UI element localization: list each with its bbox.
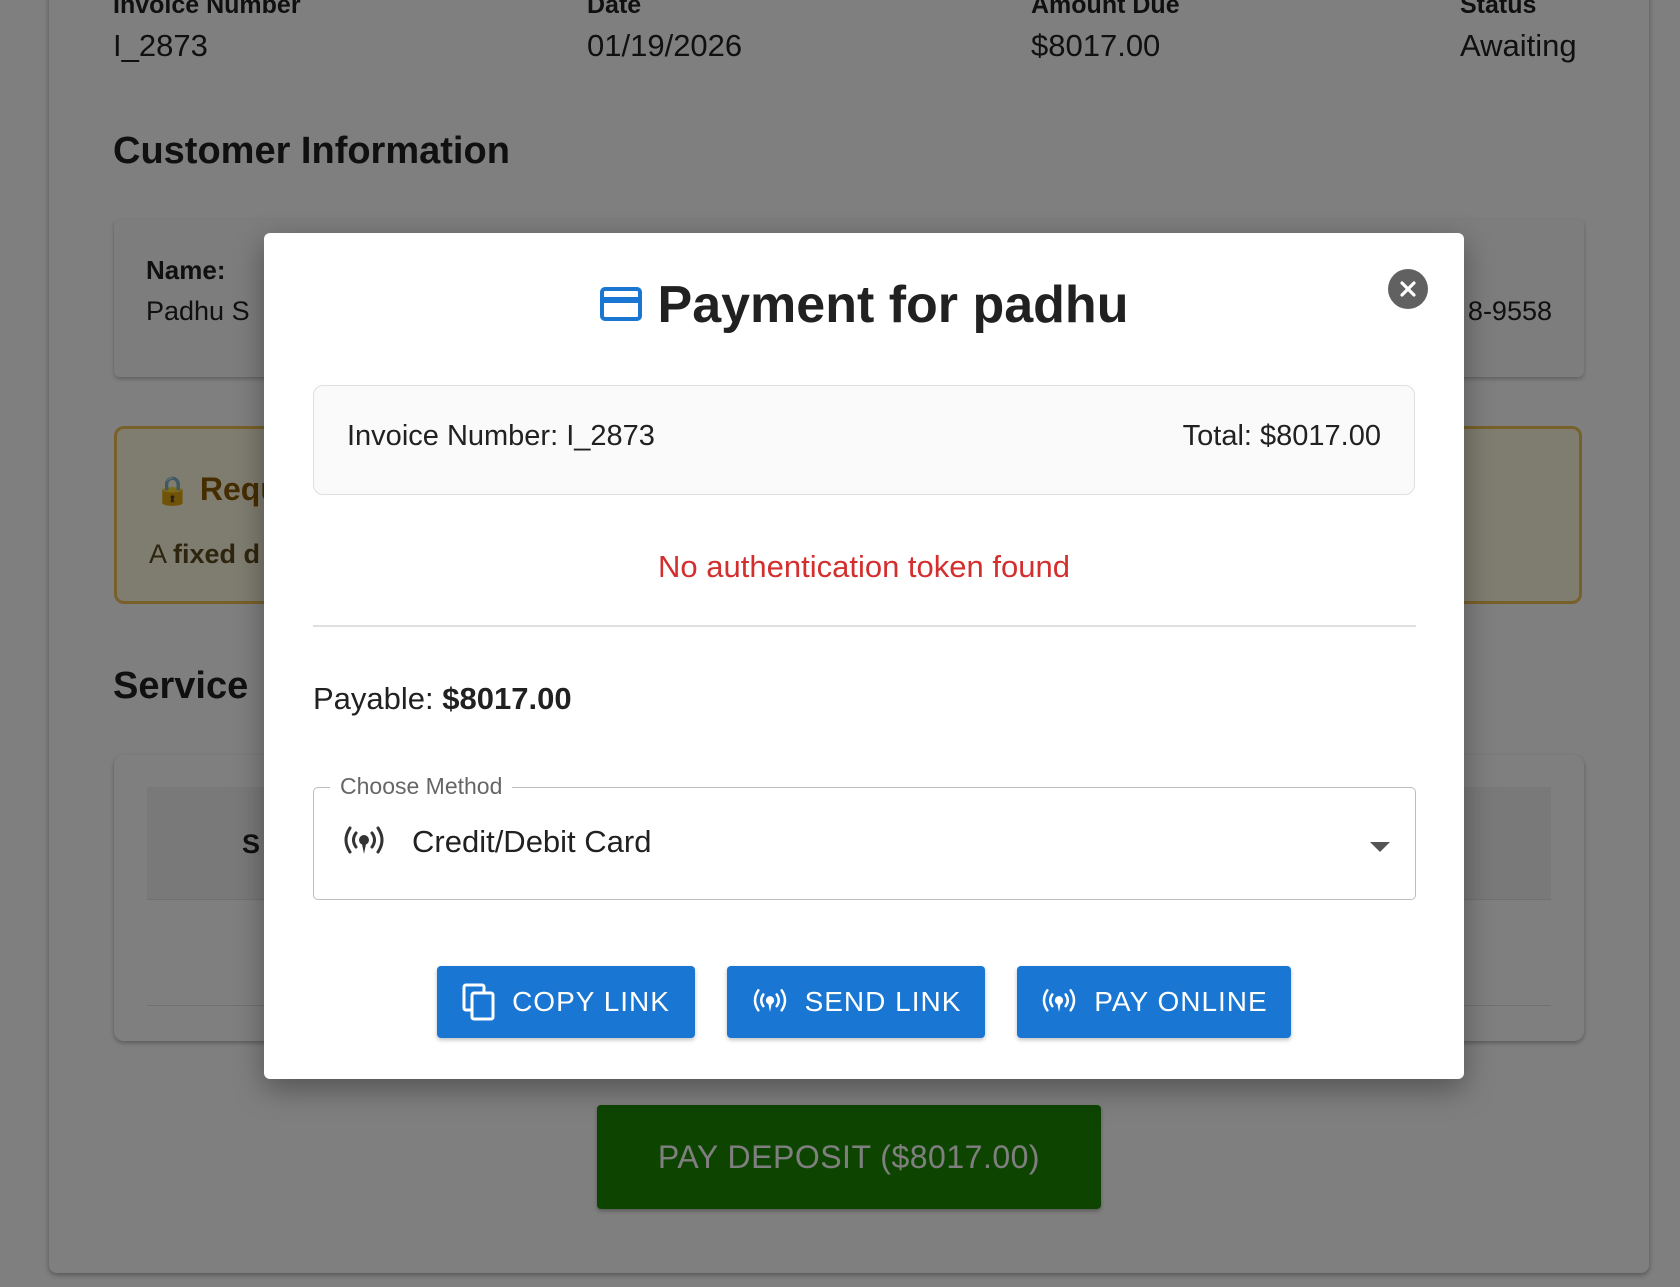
contactless-icon	[1040, 987, 1078, 1017]
payment-method-select[interactable]: Choose Method Credit/Debit Card	[313, 773, 1416, 900]
payable-amount-row: Payable: $8017.00	[313, 681, 572, 717]
contactless-icon	[342, 824, 386, 865]
copy-link-button[interactable]: COPY LINK	[437, 966, 695, 1038]
invoice-summary-box: Invoice Number: I_2873 Total: $8017.00	[313, 385, 1415, 495]
send-link-button[interactable]: SEND LINK	[727, 966, 985, 1038]
payment-method-label: Choose Method	[330, 773, 513, 800]
credit-card-icon	[599, 274, 642, 334]
divider	[313, 625, 1416, 627]
payment-modal: Payment for padhu Invoice Number: I_2873…	[264, 233, 1464, 1079]
copy-icon	[462, 983, 496, 1021]
copy-link-label: COPY LINK	[512, 986, 670, 1017]
contactless-icon	[751, 987, 789, 1017]
chevron-down-icon	[1369, 840, 1391, 858]
send-link-label: SEND LINK	[804, 986, 962, 1017]
error-message: No authentication token found	[658, 549, 1070, 584]
payable-label: Payable:	[313, 681, 434, 716]
payable-amount: $8017.00	[442, 681, 572, 716]
modal-invoice-number: Invoice Number: I_2873	[347, 420, 655, 452]
pay-online-label: PAY ONLINE	[1094, 986, 1268, 1017]
modal-title-text: Payment for padhu	[657, 276, 1129, 334]
payment-method-value: Credit/Debit Card	[412, 824, 652, 859]
modal-invoice-total: Total: $8017.00	[1182, 420, 1381, 452]
modal-title: Payment for padhu	[264, 275, 1464, 338]
pay-online-button[interactable]: PAY ONLINE	[1017, 966, 1291, 1038]
